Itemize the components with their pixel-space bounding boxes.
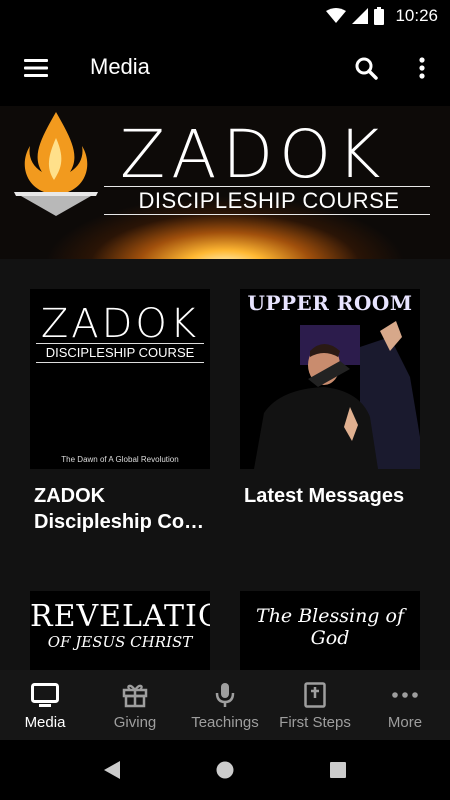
- app-bar: Media: [0, 32, 450, 106]
- tv-icon: [31, 683, 59, 707]
- more-dots-icon: [392, 692, 418, 698]
- signal-icon: [352, 8, 368, 24]
- hero-banner[interactable]: ZADOK DISCIPLESHIP COURSE: [0, 106, 450, 259]
- card-title: Latest Messages: [244, 485, 405, 507]
- thumb-title: REVELATION: [30, 599, 210, 634]
- nav-item-teachings[interactable]: Teachings: [180, 670, 270, 740]
- nav-item-giving[interactable]: Giving: [90, 670, 180, 740]
- bible-icon-wrap: [270, 682, 360, 708]
- nav-label: First Steps: [279, 714, 351, 731]
- nav-label: Giving: [113, 714, 157, 731]
- gift-icon: [122, 684, 148, 708]
- nav-item-media[interactable]: Media: [0, 670, 90, 740]
- thumb-title: The Blessing of God: [256, 605, 404, 649]
- thumb-banner: UPPER ROOM: [247, 291, 413, 315]
- wifi-icon: [326, 8, 346, 23]
- search-icon: [355, 57, 378, 80]
- card-thumbnail: ZADOK DISCIPLESHIP COURSE The Dawn of A …: [30, 289, 210, 469]
- tv-icon-wrap: [0, 682, 90, 708]
- hamburger-menu-icon: [24, 59, 48, 77]
- media-card[interactable]: UPPER ROOM Latest Messages: [240, 289, 420, 509]
- gift-icon-wrap: [90, 682, 180, 708]
- recents-button[interactable]: [324, 756, 352, 784]
- search-button[interactable]: [344, 46, 388, 90]
- card-thumbnail: REVELATION OF JESUS CHRIST: [30, 591, 210, 670]
- hero-divider-bottom: [104, 214, 430, 215]
- system-navigation-bar: [0, 740, 450, 800]
- hero-subtitle: DISCIPLESHIP COURSE: [138, 188, 400, 213]
- bible-icon: [304, 682, 326, 708]
- overflow-menu-button[interactable]: [400, 46, 444, 90]
- thumb-subtitle: OF JESUS CHRIST: [47, 633, 193, 651]
- microphone-icon-wrap: [180, 682, 270, 708]
- back-triangle-icon: [104, 761, 120, 779]
- battery-icon: [374, 7, 384, 25]
- nav-label: Teachings: [191, 714, 259, 731]
- nav-label: More: [387, 714, 423, 731]
- nav-item-first-steps[interactable]: First Steps: [270, 670, 360, 740]
- flame-logo: [14, 112, 98, 216]
- home-circle-icon: [216, 761, 234, 779]
- status-time: 10:26: [395, 6, 438, 25]
- hero-title: ZADOK: [120, 116, 387, 193]
- worship-singer-image: [254, 321, 420, 469]
- card-title: ZADOK Discipleship Co…: [34, 485, 205, 533]
- menu-button[interactable]: [14, 46, 58, 90]
- nav-item-more[interactable]: More: [360, 670, 450, 740]
- media-card[interactable]: The Blessing of God: [240, 591, 420, 670]
- recents-square-icon: [330, 762, 346, 778]
- home-button[interactable]: [211, 756, 239, 784]
- thumb-subtitle: DISCIPLESHIP COURSE: [45, 345, 195, 360]
- card-thumbnail: UPPER ROOM: [240, 289, 420, 469]
- nav-label: Media: [24, 714, 66, 731]
- hero-divider-top: [104, 186, 430, 187]
- microphone-icon: [215, 683, 235, 707]
- media-card[interactable]: ZADOK DISCIPLESHIP COURSE The Dawn of A …: [30, 289, 210, 535]
- more-dots-icon-wrap: [360, 682, 450, 708]
- card-thumbnail: The Blessing of God: [240, 591, 420, 670]
- status-bar: 10:26: [0, 0, 450, 32]
- media-grid: ZADOK DISCIPLESHIP COURSE The Dawn of A …: [0, 259, 450, 670]
- thumb-tagline: The Dawn of A Global Revolution: [61, 455, 179, 464]
- page-title: Media: [90, 54, 150, 79]
- status-icons: [326, 7, 384, 25]
- media-card[interactable]: REVELATION OF JESUS CHRIST: [30, 591, 210, 670]
- back-button[interactable]: [98, 756, 126, 784]
- thumb-title: ZADOK: [40, 301, 200, 347]
- thumb-divider: [36, 362, 204, 363]
- bottom-navigation: Media Giving Teachings First Steps More: [0, 670, 450, 740]
- more-vertical-icon: [419, 57, 425, 79]
- thumb-divider: [36, 343, 204, 344]
